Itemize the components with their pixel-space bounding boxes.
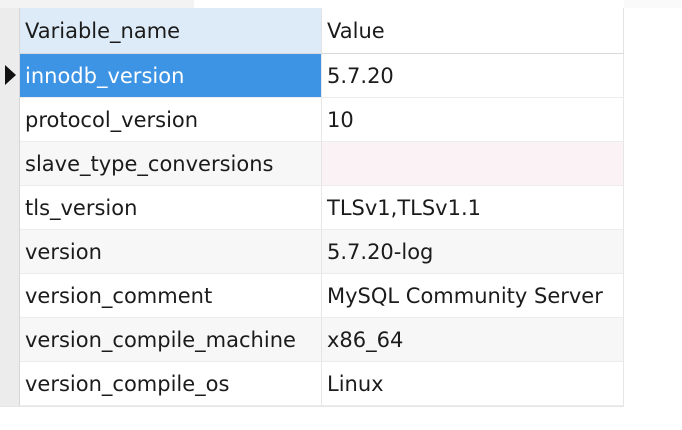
value-cell[interactable]: TLSv1,TLSv1.1 [322,186,624,230]
grid-header: Variable_name Value [20,8,624,54]
table-row[interactable]: version 5.7.20-log [20,230,624,274]
table-row[interactable]: slave_type_conversions [20,142,624,186]
grid-body: innodb_version 5.7.20 protocol_version 1… [20,54,624,406]
variable-name-cell[interactable]: protocol_version [20,98,322,142]
value-cell[interactable]: 5.7.20-log [322,230,624,274]
variable-name-cell[interactable]: tls_version [20,186,322,230]
top-strip [0,0,194,8]
table-row[interactable]: protocol_version 10 [20,98,624,142]
column-header-value[interactable]: Value [322,8,624,54]
variable-name-cell[interactable]: version [20,230,322,274]
value-cell[interactable] [322,142,624,186]
table-row[interactable]: version_compile_machine x86_64 [20,318,624,362]
variable-name-cell[interactable]: version_compile_os [20,362,322,406]
value-cell[interactable]: x86_64 [322,318,624,362]
variable-name-cell[interactable]: innodb_version [20,54,322,98]
result-grid: Variable_name Value innodb_version 5.7.2… [0,8,624,407]
result-grid-window: Variable_name Value innodb_version 5.7.2… [0,0,682,430]
table-row[interactable]: version_comment MySQL Community Server [20,274,624,318]
value-cell[interactable]: Linux [322,362,624,406]
column-header-variable-name[interactable]: Variable_name [20,8,322,54]
variable-name-cell[interactable]: version_compile_machine [20,318,322,362]
value-cell[interactable]: MySQL Community Server [322,274,624,318]
value-cell[interactable]: 10 [322,98,624,142]
top-strip-right [624,0,682,8]
current-row-pointer-icon [5,65,16,85]
variable-name-cell[interactable]: slave_type_conversions [20,142,322,186]
value-cell[interactable]: 5.7.20 [322,54,624,98]
table-row[interactable]: innodb_version 5.7.20 [20,54,624,98]
table-row[interactable]: tls_version TLSv1,TLSv1.1 [20,186,624,230]
table-row[interactable]: version_compile_os Linux [20,362,624,406]
variable-name-cell[interactable]: version_comment [20,274,322,318]
